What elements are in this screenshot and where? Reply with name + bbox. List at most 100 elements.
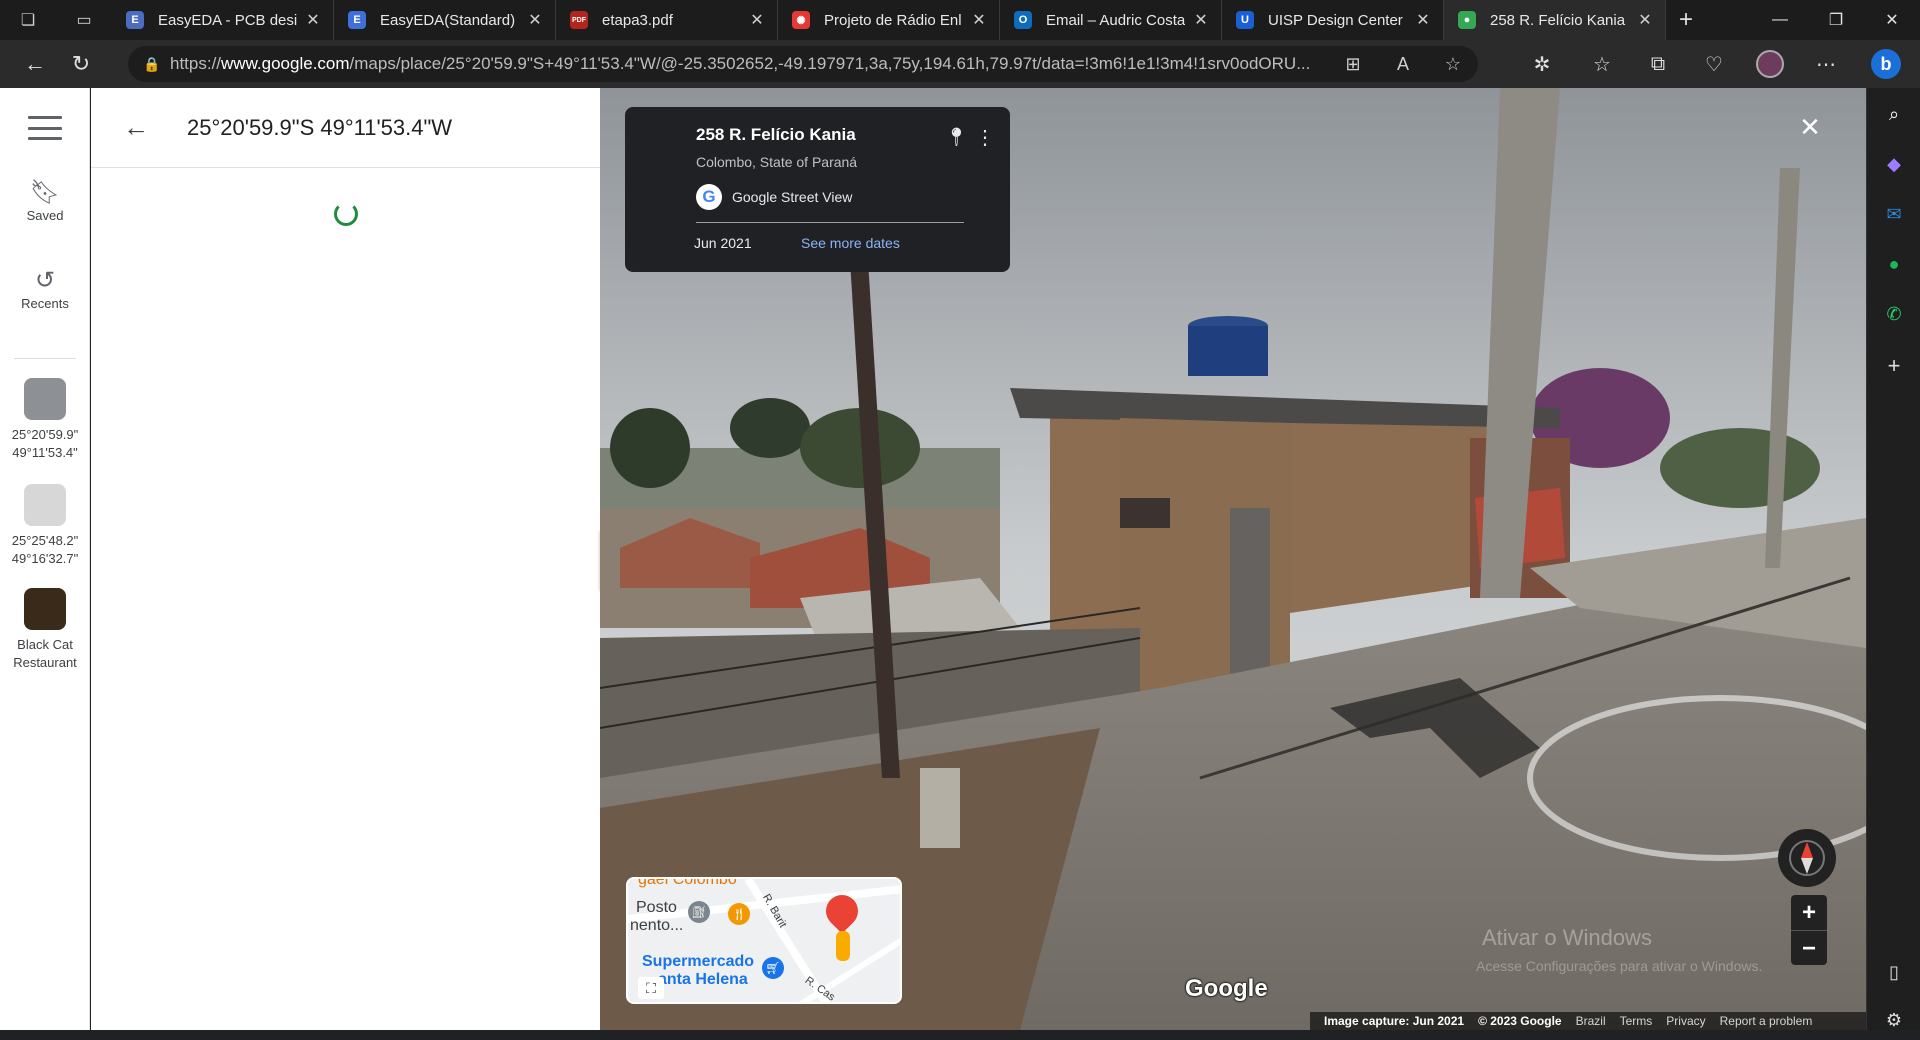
recent-item[interactable]: Black Cat Restaurant [0,588,90,672]
sidebar-toggle-icon[interactable]: ▯ [1867,952,1920,992]
performance-icon[interactable]: ♡ [1694,44,1734,84]
tab-favicon-icon: E [126,11,144,29]
whatsapp-icon[interactable]: ✆ [1867,294,1920,334]
lock-icon[interactable]: 🔒 [134,56,170,73]
tab-favicon-icon: U [1236,11,1254,29]
address-title: 258 R. Felício Kania [696,125,856,144]
browser-tab[interactable]: E EasyEDA(Standard) - ✕ [334,0,556,40]
more-menu-icon[interactable]: ⋯ [1806,44,1846,84]
collections-icon[interactable]: ⧉ [1638,44,1678,84]
close-window-icon[interactable]: ✕ [1862,0,1920,40]
browser-tab[interactable]: ✺ Projeto de Rádio Enl ✕ [778,0,1000,40]
tab-close-icon[interactable]: ✕ [303,10,323,30]
tab-close-icon[interactable]: ✕ [747,10,767,30]
read-aloud-icon[interactable]: A [1378,54,1428,75]
poi-posto-label-2: nento... [630,917,684,934]
refresh-icon[interactable]: ↻ [58,44,104,84]
tab-title: UISP Design Center [1268,11,1403,29]
tab-close-icon[interactable]: ✕ [525,10,545,30]
back-arrow-icon[interactable]: ← [101,112,171,143]
capture-date: Jun 2021 [694,235,752,251]
gas-station-icon[interactable]: ⛽︎ [688,901,710,923]
country-link[interactable]: Brazil [1576,1014,1606,1028]
hamburger-menu-icon[interactable] [28,116,62,140]
extensions-icon[interactable]: ✲ [1522,44,1562,84]
recent-thumbnail [24,484,66,526]
rail-divider [14,358,76,359]
recent-item[interactable]: 25°20'59.9" 49°11'53.4" [0,378,90,462]
maps-rail: 🔖︎ Saved ↺ Recents 25°20'59.9" 49°11'53.4… [0,88,90,1030]
favorites-icon[interactable]: ☆ [1582,44,1622,84]
map-footer: Image capture: Jun 2021 © 2023 Google Br… [1310,1012,1866,1030]
minimize-icon[interactable]: — [1750,0,1810,40]
recent-label: Black Cat [17,637,73,652]
recents-label: Recents [21,296,69,311]
apps-icon[interactable]: ⊞ [1328,54,1378,75]
pegman-icon[interactable] [836,931,850,961]
saved-button[interactable]: 🔖︎ Saved [0,178,90,223]
zoom-out-button[interactable]: − [1791,931,1827,966]
profile-avatar[interactable] [1750,44,1790,84]
card-divider [696,222,964,223]
tab-title: Email – Audric Costa [1046,11,1185,29]
settings-gear-icon[interactable]: ⚙ [1867,1000,1920,1040]
back-icon[interactable]: ← [12,44,58,84]
tab-favicon-icon: ✺ [792,11,810,29]
tab-favicon-icon: ● [1458,11,1476,29]
tab-actions-icon[interactable]: ▭ [56,0,112,40]
browser-tab[interactable]: E EasyEDA - PCB desig ✕ [112,0,334,40]
more-options-icon[interactable]: ⋮ [975,125,995,150]
add-icon[interactable]: + [1867,346,1920,386]
locality-text: Colombo, State of Paraná [696,154,858,170]
recent-label: 49°11'53.4" [12,445,78,460]
compass-icon[interactable] [1778,829,1836,887]
tab-close-icon[interactable]: ✕ [1635,10,1655,30]
tab-favicon-icon: E [348,11,366,29]
tab-title: 258 R. Felício Kania - [1490,11,1629,29]
zoom-control: + − [1791,895,1827,965]
recents-button[interactable]: ↺ Recents [0,266,90,311]
zoom-in-button[interactable]: + [1791,895,1827,930]
expand-map-icon[interactable]: ⛶ [638,977,664,999]
recent-thumbnail [24,588,66,630]
new-tab-button[interactable]: + [1666,0,1706,40]
shopping-cart-icon[interactable]: 🛒︎ [762,957,784,979]
outlook-icon[interactable]: ✉ [1867,194,1920,234]
tab-favicon-icon: PDF [570,11,588,29]
tab-close-icon[interactable]: ✕ [1413,10,1433,30]
url-text[interactable]: https://www.google.com/maps/place/25°20'… [170,54,1328,74]
tab-favicon-icon: O [1014,11,1032,29]
windows-watermark: Ativar o Windows [1482,925,1652,950]
favorite-star-icon[interactable]: ☆ [1428,54,1478,75]
see-more-dates-link[interactable]: See more dates [801,235,900,251]
discover-icon[interactable]: ◆ [1867,144,1920,184]
workspaces-icon[interactable]: ❏ [0,0,56,40]
copyright-text: © 2023 Google [1478,1014,1562,1028]
close-street-view-icon[interactable]: ✕ [1795,112,1825,142]
restaurant-icon[interactable]: 🍴︎ [728,903,750,925]
tab-close-icon[interactable]: ✕ [969,10,989,30]
browser-tab[interactable]: PDF etapa3.pdf ✕ [556,0,778,40]
poi-supermarket-label: Supermercado [642,953,755,970]
copilot-icon[interactable]: b [1866,44,1906,84]
place-panel: ← 25°20'59.9"S 49°11'53.4"W [91,88,600,1030]
recent-item[interactable]: 25°25'48.2" 49°16'32.7" [0,484,90,568]
privacy-link[interactable]: Privacy [1666,1014,1705,1028]
mini-map[interactable]: gael Colombo Posto nento... ⛽︎ 🍴︎ R. Bar… [626,877,902,1004]
terms-link[interactable]: Terms [1620,1014,1653,1028]
spotify-icon[interactable]: ● [1867,244,1920,284]
report-problem-link[interactable]: Report a problem [1720,1014,1813,1028]
tab-close-icon[interactable]: ✕ [1191,10,1211,30]
coordinates-title: 25°20'59.9"S 49°11'53.4"W [187,114,453,140]
poi-posto-label: Posto [636,899,677,916]
browser-tab[interactable]: O Email – Audric Costa ✕ [1000,0,1222,40]
url-field[interactable]: 🔒 https://www.google.com/maps/place/25°2… [128,46,1478,82]
search-icon[interactable]: ⌕ [1867,94,1920,134]
browser-tab[interactable]: U UISP Design Center ✕ [1222,0,1444,40]
restore-icon[interactable]: ❐ [1806,0,1866,40]
tab-title: EasyEDA - PCB desig [158,11,297,29]
location-pin-icon[interactable]: 📍︎ [945,127,968,148]
bookmark-icon: 🔖︎ [29,179,61,206]
street-view-info-card: 258 R. Felício Kania Colombo, State of P… [625,107,1010,272]
browser-tab[interactable]: ● 258 R. Felício Kania - ✕ [1444,0,1666,40]
